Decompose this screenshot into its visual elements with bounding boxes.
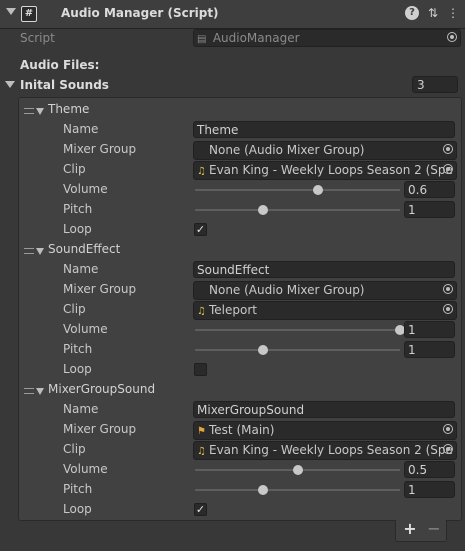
remove-element-button[interactable]: −	[426, 520, 442, 538]
pitch-field[interactable]: 1	[404, 201, 455, 218]
element-fold-arrow-icon[interactable]	[36, 248, 44, 255]
object-picker-icon[interactable]	[443, 284, 453, 294]
pitch-field[interactable]: 1	[404, 341, 455, 358]
volume-field[interactable]: 0.5	[404, 461, 455, 478]
volume-slider-track[interactable]	[195, 325, 405, 335]
drag-handle-icon[interactable]	[24, 248, 34, 254]
list-label[interactable]: Inital Sounds	[20, 78, 109, 92]
object-picker-icon[interactable]	[447, 32, 457, 42]
component-header[interactable]: # Audio Manager (Script) ? ⇅ ⋮	[0, 0, 465, 29]
mixer-group-field[interactable]: None (Audio Mixer Group)	[193, 141, 457, 160]
clip-value: Evan King - Weekly Loops Season 2 (Spe	[209, 443, 453, 457]
loop-label: Loop	[63, 362, 92, 376]
pitch-label: Pitch	[63, 342, 93, 356]
pitch-label: Pitch	[63, 202, 93, 216]
mixer-group-field[interactable]: ⚑ Test (Main)	[193, 421, 457, 440]
mixer-group-icon: ⚑	[197, 426, 206, 437]
drag-handle-icon[interactable]	[24, 388, 34, 394]
name-label: Name	[63, 262, 99, 276]
section-title: Audio Files:	[20, 58, 100, 72]
object-picker-icon[interactable]	[443, 424, 453, 434]
script-icon: #	[21, 6, 37, 22]
list-size-field[interactable]: 3	[412, 76, 458, 93]
pitch-slider-track[interactable]	[195, 485, 400, 495]
audio-clip-icon: ♫	[197, 306, 206, 317]
volume-label: Volume	[63, 462, 108, 476]
clip-label: Clip	[63, 442, 86, 456]
loop-label: Loop	[63, 502, 92, 516]
help-icon[interactable]: ?	[405, 6, 419, 20]
clip-label: Clip	[63, 302, 86, 316]
pitch-field[interactable]: 1	[404, 481, 455, 498]
mixer-group-label: Mixer Group	[63, 142, 137, 156]
element-title[interactable]: SoundEffect	[48, 242, 120, 256]
script-object-field[interactable]: ▤ AudioManager	[193, 29, 461, 47]
pitch-slider-knob[interactable]	[257, 485, 268, 495]
volume-slider-knob[interactable]	[292, 465, 303, 475]
pitch-slider-knob[interactable]	[257, 345, 268, 355]
object-picker-icon[interactable]	[443, 164, 453, 174]
loop-label: Loop	[63, 222, 92, 236]
element-title[interactable]: Theme	[48, 102, 89, 116]
loop-checkbox[interactable]: ✓	[194, 223, 207, 236]
loop-checkbox[interactable]: ✓	[194, 503, 207, 516]
context-menu-icon[interactable]: ⋮	[446, 6, 460, 20]
presets-icon[interactable]: ⇅	[426, 6, 440, 20]
mixer-group-label: Mixer Group	[63, 282, 137, 296]
object-picker-icon[interactable]	[443, 444, 453, 454]
object-picker-icon[interactable]	[443, 144, 453, 154]
name-field[interactable]: SoundEffect	[193, 261, 455, 278]
mixer-group-field[interactable]: None (Audio Mixer Group)	[193, 281, 457, 300]
component-title: Audio Manager (Script)	[61, 6, 219, 20]
mixer-group-value: None (Audio Mixer Group)	[209, 143, 365, 157]
volume-slider-knob[interactable]	[313, 185, 323, 195]
object-picker-icon[interactable]	[443, 304, 453, 314]
name-field[interactable]: MixerGroupSound	[193, 401, 455, 418]
name-field[interactable]: Theme	[193, 121, 455, 138]
drag-handle-icon[interactable]	[24, 108, 34, 114]
script-value: AudioManager	[212, 31, 300, 45]
element-fold-arrow-icon[interactable]	[36, 388, 44, 395]
pitch-slider-knob[interactable]	[257, 205, 268, 215]
clip-field[interactable]: ♫ Evan King - Weekly Loops Season 2 (Spe	[193, 161, 457, 180]
name-label: Name	[63, 402, 99, 416]
mixer-group-value: Test (Main)	[209, 423, 275, 437]
script-label: Script	[20, 31, 55, 45]
script-asset-icon: ▤	[197, 34, 207, 45]
audio-clip-icon: ♫	[197, 446, 206, 457]
clip-label: Clip	[63, 162, 86, 176]
add-element-button[interactable]: +	[402, 520, 418, 538]
clip-field[interactable]: ♫ Evan King - Weekly Loops Season 2 (Spe	[193, 441, 457, 460]
volume-label: Volume	[63, 322, 108, 336]
volume-slider-track[interactable]	[195, 465, 400, 475]
element-fold-arrow-icon[interactable]	[36, 108, 44, 115]
volume-label: Volume	[63, 182, 108, 196]
volume-slider-track[interactable]	[195, 185, 400, 195]
fold-arrow-icon[interactable]	[6, 8, 16, 15]
pitch-slider-track[interactable]	[195, 345, 400, 355]
element-title[interactable]: MixerGroupSound	[48, 382, 155, 396]
mixer-group-value: None (Audio Mixer Group)	[209, 283, 365, 297]
audio-clip-icon: ♫	[197, 166, 206, 177]
clip-value: Teleport	[209, 303, 257, 317]
pitch-slider-track[interactable]	[195, 205, 400, 215]
clip-value: Evan King - Weekly Loops Season 2 (Spe	[209, 163, 453, 177]
loop-checkbox[interactable]	[194, 363, 207, 376]
volume-field[interactable]: 1	[404, 321, 455, 338]
list-fold-arrow-icon[interactable]	[5, 81, 15, 88]
volume-field[interactable]: 0.6	[404, 181, 455, 198]
mixer-group-label: Mixer Group	[63, 422, 137, 436]
pitch-label: Pitch	[63, 482, 93, 496]
name-label: Name	[63, 122, 99, 136]
clip-field[interactable]: ♫ Teleport	[193, 301, 457, 320]
